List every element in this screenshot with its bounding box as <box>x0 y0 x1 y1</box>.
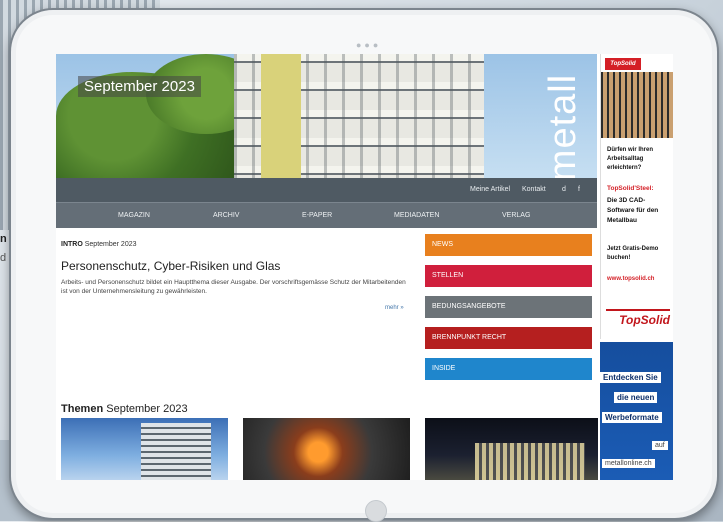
nav-archiv[interactable]: ARCHIV <box>213 212 239 219</box>
themes-label: Themen <box>61 403 104 415</box>
language-de-link[interactable]: d <box>562 186 566 193</box>
ad-line: auf <box>652 441 668 450</box>
article-title[interactable]: Personenschutz, Cyber-Risiken und Glas <box>61 259 280 273</box>
main-nav: MAGAZIN ARCHIV E-PAPER MEDIADATEN VERLAG <box>56 202 597 228</box>
article-teaser: Arbeits- und Personenschutz bildet ein H… <box>61 279 406 295</box>
my-articles-link[interactable]: Meine Artikel <box>470 186 510 193</box>
ad-line: Entdecken Sie <box>600 372 661 383</box>
category-bildungsangebote[interactable]: BEDUNGSANGEBOTE <box>425 296 592 318</box>
category-stellen[interactable]: STELLEN <box>425 265 592 287</box>
theme-thumbnail-building[interactable] <box>61 418 228 480</box>
theme-thumbnail-night-building[interactable] <box>425 418 598 480</box>
camera-dots-icon: ●●● <box>356 40 382 50</box>
intro-label: INTRO <box>61 241 83 248</box>
language-fr-link[interactable]: f <box>578 186 580 193</box>
home-button[interactable] <box>365 500 387 522</box>
nav-magazin[interactable]: MAGAZIN <box>118 212 150 219</box>
category-inside[interactable]: INSIDE <box>425 358 592 380</box>
intro-issue: September 2023 <box>84 241 137 248</box>
building-facade <box>261 54 301 178</box>
background-text: n <box>0 233 7 245</box>
category-brennpunkt-recht[interactable]: BRENNPUNKT RECHT <box>425 327 592 349</box>
background-text: d <box>0 252 7 264</box>
contact-link[interactable]: Kontakt <box>522 186 546 193</box>
magazine-logo[interactable]: metall <box>532 68 592 178</box>
theme-thumbnail-foundry[interactable] <box>243 418 410 480</box>
ad-building-image <box>601 72 673 138</box>
ad-product: TopSolid'Steel: <box>607 185 654 192</box>
nav-mediadaten[interactable]: MEDIADATEN <box>394 212 439 219</box>
read-more-link[interactable]: mehr » <box>385 305 404 311</box>
ad-question: Dürfen wir Ihren Arbeitsalltag erleichte… <box>607 147 654 171</box>
intro-heading: INTRO September 2023 <box>61 241 137 248</box>
nav-verlag[interactable]: VERLAG <box>502 212 530 219</box>
category-list: NEWS STELLEN BEDUNGSANGEBOTE BRENNPUNKT … <box>425 234 592 389</box>
ad-line: Werbeformate <box>602 412 662 423</box>
ad-body: Die 3D CAD-Software für den Metallbau <box>607 197 659 224</box>
themes-heading: Themen September 2023 <box>61 403 188 415</box>
top-links-bar: Meine Artikel Kontakt d f <box>56 178 597 202</box>
werbeformate-ad[interactable]: Entdecken Sie die neuen Werbeformate auf… <box>600 342 673 480</box>
ad-line: metallonline.ch <box>602 459 655 468</box>
hero-banner: metall September 2023 <box>56 54 597 178</box>
category-news[interactable]: NEWS <box>425 234 592 256</box>
topsolid-logo: TopSolid <box>606 309 670 331</box>
themes-issue: September 2023 <box>106 403 188 415</box>
issue-date-badge: September 2023 <box>78 76 201 97</box>
ad-demo: Jetzt Gratis-Demo buchen! <box>607 246 659 261</box>
tablet-screen: metall September 2023 Meine Artikel Kont… <box>56 54 673 480</box>
topsolid-ad[interactable]: TopSolid Dürfen wir Ihren Arbeitsalltag … <box>600 54 673 339</box>
topsolid-logo: TopSolid <box>605 58 641 70</box>
ad-line: die neuen <box>614 392 658 403</box>
ad-url[interactable]: www.topsolid.ch <box>607 276 654 282</box>
nav-epaper[interactable]: E-PAPER <box>302 212 332 219</box>
